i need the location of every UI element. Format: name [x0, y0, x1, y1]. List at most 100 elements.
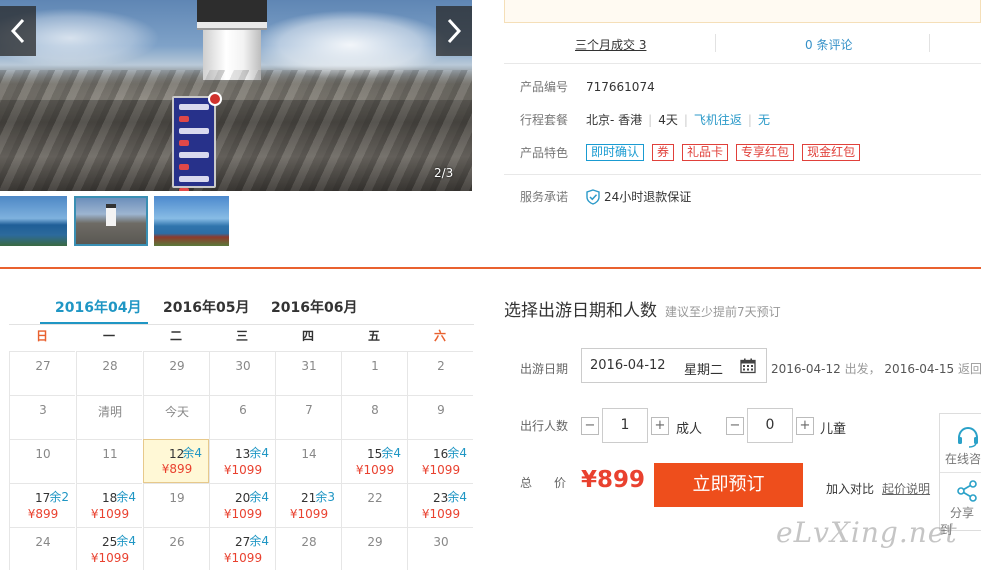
gallery-thumbnail[interactable] [0, 196, 67, 246]
calendar-day: 28 [275, 527, 341, 570]
package-route: 北京- 香港 [586, 113, 643, 127]
photo-sign-medal [208, 92, 222, 106]
book-now-button[interactable]: 立即预订 [654, 463, 803, 507]
thumbnail-lighthouse [106, 204, 116, 226]
calendar-day-number: 10 [35, 447, 51, 461]
calendar-day-stock: 余2 [49, 490, 69, 504]
divider [504, 63, 981, 64]
calendar-day-number: 28 [102, 359, 118, 373]
child-decrease-button[interactable]: − [726, 417, 744, 435]
features-row: 产品特色 即时确认 券 礼品卡 专享红包 现金红包 [520, 144, 868, 161]
calendar-day-available[interactable]: 15 余4 ¥1099 [341, 439, 407, 483]
share-icon [957, 480, 977, 502]
calendar-day-available[interactable]: 13 余4 ¥1099 [209, 439, 275, 483]
add-to-compare-link[interactable]: 加入对比 [826, 482, 874, 496]
calendar-day-available[interactable]: 23 余4 ¥1099 [407, 483, 473, 527]
weekday-header: 二 [169, 329, 182, 343]
calendar-day: 14 [275, 439, 341, 483]
watermark: eLvXing.net [776, 516, 958, 549]
package-label: 行程套餐 [520, 113, 569, 127]
gallery-prev-button[interactable] [0, 6, 36, 56]
calendar-day-stock: 余4 [116, 490, 136, 504]
calendar-day-number: 7 [305, 403, 313, 417]
weekday-header: 三 [235, 329, 248, 343]
calendar-day-available[interactable]: 27 余4 ¥1099 [209, 527, 275, 570]
tab-month-june[interactable]: 2016年06月 [271, 297, 357, 317]
booking-title-text: 选择出游日期和人数 [504, 301, 657, 321]
calendar-day-available[interactable]: 18 余4 ¥1099 [76, 483, 142, 527]
calendar-day-number: 26 [169, 535, 185, 549]
calendar-day-number: 18 [102, 491, 118, 505]
child-unit: 儿童 [820, 422, 847, 437]
calendar-day-number: 16 [433, 447, 449, 461]
calendar-day-available[interactable]: 12 余4 ¥899 [143, 439, 209, 483]
chevron-left-icon [10, 18, 25, 44]
calendar-day-stock: 余3 [315, 490, 335, 504]
calendar-day-available[interactable]: 17 余2 ¥899 [9, 483, 75, 527]
calendar-day-price: ¥1099 [223, 507, 263, 521]
calendar-day-available[interactable]: 25 余4 ¥1099 [76, 527, 142, 570]
calendar-day-number: 29 [367, 535, 383, 549]
adult-increase-button[interactable]: + [651, 417, 669, 435]
calendar-day: 6 [209, 395, 275, 439]
price-note-link[interactable]: 起价说明 [882, 482, 930, 496]
date-picker[interactable]: 2016-04-12 星期二 [581, 348, 767, 383]
calendar-day: 26 [143, 527, 209, 570]
calendar-day: 24 [9, 527, 75, 570]
calendar-day-number: 19 [169, 491, 185, 505]
main-photo[interactable]: 2/3 [0, 0, 472, 191]
calendar-day: 2 [407, 351, 473, 395]
calendar-day-number: 清明 [97, 405, 122, 419]
date-value: 2016-04-12 [590, 358, 666, 373]
promo-banner [504, 0, 981, 23]
gallery-thumbnail-selected[interactable] [74, 196, 148, 246]
calendar-day-stock: 余4 [249, 490, 269, 504]
photo-lighthouse-band [197, 22, 267, 30]
adult-decrease-button[interactable]: − [581, 417, 599, 435]
calendar-day-number: 21 [301, 491, 317, 505]
calendar-day: 27 [9, 351, 75, 395]
calendar-day: 今天 [143, 395, 209, 439]
feature-tag-gift-card: 礼品卡 [682, 144, 729, 161]
calendar-day-number: 27 [235, 535, 251, 549]
calendar-day-available[interactable]: 21 余3 ¥1099 [275, 483, 341, 527]
pipe-separator: | [648, 112, 653, 127]
review-count-link[interactable]: 0 条评论 [805, 36, 852, 53]
product-id-value: 717661074 [586, 79, 655, 94]
calendar-day: 22 [341, 483, 407, 527]
calendar-day-number: 1 [371, 359, 379, 373]
gallery-thumbnail[interactable] [154, 196, 229, 246]
adult-unit: 成人 [676, 422, 703, 437]
calendar-day-available[interactable]: 16 余4 ¥1099 [407, 439, 473, 483]
calendar-day: 9 [407, 395, 473, 439]
deal-count-link[interactable]: 三个月成交 3 [575, 36, 646, 53]
child-quantity-input[interactable]: 0 [747, 408, 793, 443]
online-consult-button[interactable]: 在线咨 [940, 426, 981, 467]
calendar-day: 8 [341, 395, 407, 439]
return-text: 返回 [958, 362, 981, 376]
gallery-next-button[interactable] [436, 6, 472, 56]
service-row: 服务承诺 24小时退款保证 [520, 188, 691, 205]
calendar-day-price: ¥1099 [421, 463, 461, 477]
calendar-day-available[interactable]: 20 余4 ¥1099 [209, 483, 275, 527]
calendar-day-stock: 余4 [182, 446, 202, 460]
tab-month-may[interactable]: 2016年05月 [163, 297, 249, 317]
chevron-right-icon [447, 18, 462, 44]
online-consult-label: 在线咨 [945, 452, 981, 466]
calendar-day-number: 28 [301, 535, 317, 549]
pipe-separator: | [747, 112, 752, 127]
headset-icon [958, 426, 978, 448]
feature-tag-instant-confirm: 即时确认 [586, 144, 645, 161]
stats-row: 三个月成交 3 0 条评论 [504, 30, 981, 58]
tab-month-april[interactable]: 2016年04月 [55, 297, 141, 317]
calendar-day-price: ¥1099 [90, 507, 130, 521]
calendar-day-number: 23 [433, 491, 449, 505]
weekday-header: 六 [433, 329, 446, 343]
calendar-day-number: 25 [102, 535, 118, 549]
total-price-value: ¥899 [581, 467, 646, 493]
calendar-day: 30 [209, 351, 275, 395]
child-increase-button[interactable]: + [796, 417, 814, 435]
adult-quantity-input[interactable]: 1 [602, 408, 648, 443]
calendar-day-number: 30 [433, 535, 449, 549]
calendar-day-number: 14 [301, 447, 317, 461]
